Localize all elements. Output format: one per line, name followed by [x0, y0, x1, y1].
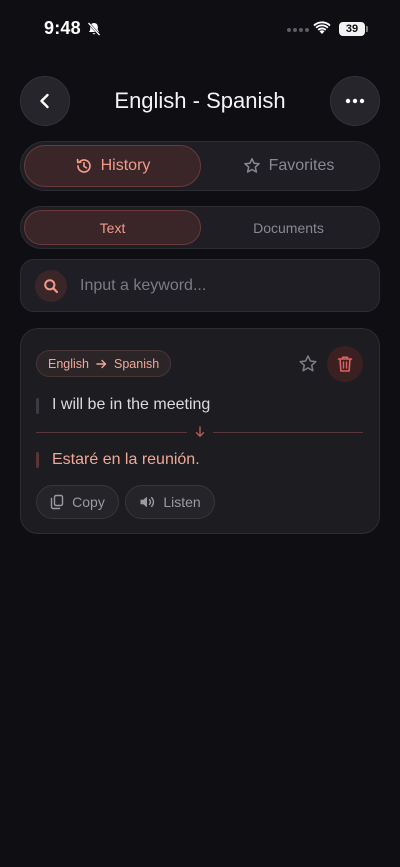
- tab-text[interactable]: Text: [24, 210, 201, 245]
- page-title: English - Spanish: [114, 88, 286, 113]
- copy-button[interactable]: Copy: [36, 485, 119, 519]
- translated-text-marker: [36, 452, 39, 468]
- tab-documents[interactable]: Documents: [201, 210, 376, 245]
- favorite-button[interactable]: [296, 352, 320, 376]
- trash-icon: [337, 356, 353, 372]
- search-bar: [20, 259, 380, 312]
- listen-label: Listen: [163, 494, 201, 510]
- chevron-left-icon: [40, 93, 49, 109]
- content-type-tabs: Text Documents: [20, 206, 380, 249]
- language-pair-badge: English Spanish: [36, 350, 172, 377]
- tab-history[interactable]: History: [24, 145, 201, 187]
- target-language: Spanish: [114, 356, 160, 371]
- star-icon: [299, 355, 317, 372]
- speaker-icon: [140, 496, 155, 508]
- copy-icon: [50, 494, 64, 510]
- copy-label: Copy: [72, 494, 105, 510]
- more-button[interactable]: [330, 76, 380, 126]
- translated-text: Estaré en la reunión.: [52, 451, 200, 468]
- more-dots-icon: [345, 98, 365, 104]
- search-icon: [35, 269, 67, 302]
- tab-history-label: History: [100, 157, 151, 174]
- divider: [36, 432, 187, 433]
- divider: [213, 432, 363, 433]
- status-time: 9:48: [44, 18, 81, 38]
- search-input[interactable]: [80, 276, 350, 295]
- source-text: I will be in the meeting: [52, 396, 211, 413]
- arrow-right-icon: [96, 359, 107, 368]
- history-icon: [76, 158, 91, 173]
- tab-text-label: Text: [99, 219, 126, 236]
- bell-muted-icon: [87, 22, 101, 36]
- star-icon: [243, 158, 260, 173]
- signal-icon: [287, 28, 309, 32]
- arrow-down-icon: [195, 426, 205, 437]
- source-language: English: [48, 356, 89, 371]
- tab-documents-label: Documents: [253, 219, 324, 236]
- tab-favorites-label: Favorites: [268, 157, 335, 174]
- delete-button[interactable]: [327, 346, 363, 382]
- wifi-icon: [313, 21, 331, 34]
- listen-button[interactable]: Listen: [125, 485, 215, 519]
- main-tabs: History Favorites: [20, 141, 380, 191]
- source-text-marker: [36, 398, 39, 414]
- battery-indicator: 39: [339, 22, 368, 36]
- tab-favorites[interactable]: Favorites: [201, 145, 376, 187]
